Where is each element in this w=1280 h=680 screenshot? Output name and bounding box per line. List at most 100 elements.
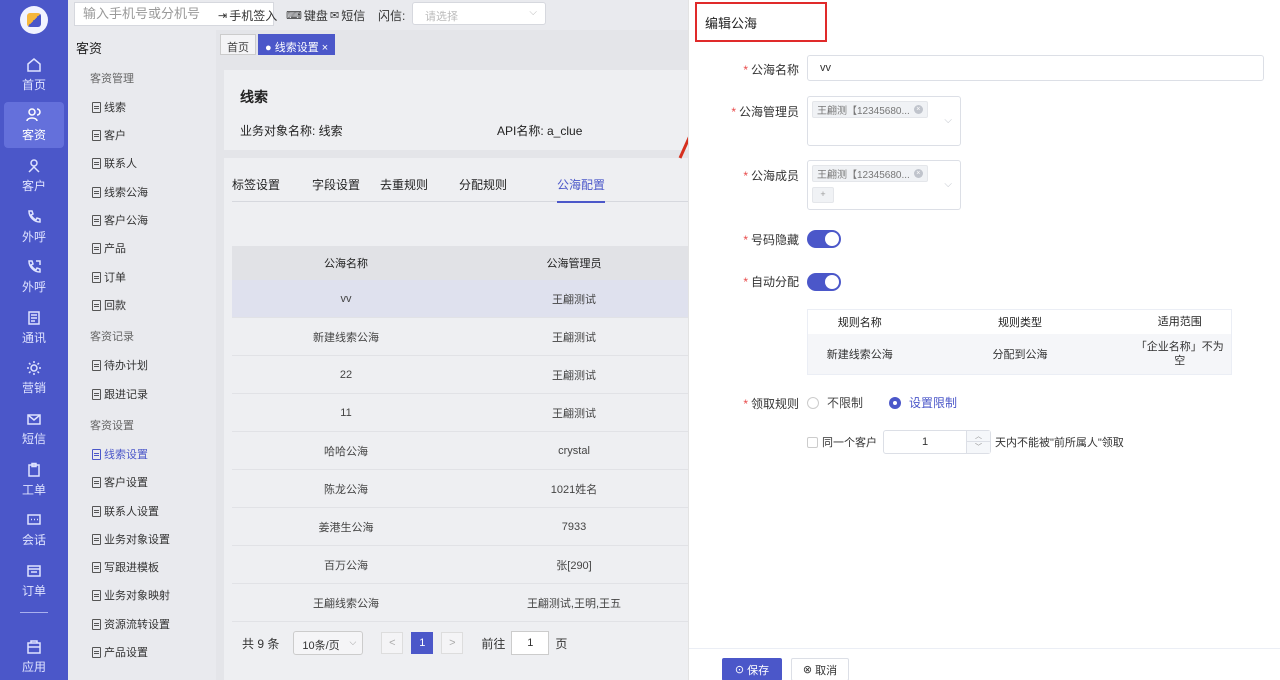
chevron-down-icon: ⌵ (944, 179, 952, 190)
app-rail: 首页 客资 客户 外呼 外呼 通讯 营销 短信 工单 会话 订单 应用 (0, 0, 68, 680)
rail-item-call-out[interactable]: 外呼 (4, 254, 64, 300)
sms-button[interactable]: ✉ 短信 (330, 7, 365, 24)
same-customer-label: 同一个客户 (822, 437, 877, 449)
sms-icon (26, 411, 42, 427)
no-limit-label[interactable]: 不限制 (827, 394, 863, 411)
close-icon[interactable]: × (322, 42, 328, 54)
close-circle-icon: ⊗ (802, 664, 813, 676)
table-row[interactable]: 新建线索公海 分配到公海 「企业名称」不为空 (808, 334, 1231, 374)
rail-item-leads[interactable]: 客资 (4, 102, 64, 148)
nav-item-object-settings[interactable]: 业务对象设置 (92, 531, 170, 547)
stepper-arrows: ︿ ﹀ (966, 431, 990, 453)
rail-item-customer[interactable]: 客户 (4, 153, 64, 199)
page-unit: 页 (555, 636, 568, 651)
nav-item-resource-flow[interactable]: 资源流转设置 (92, 616, 170, 632)
table-row[interactable]: 姜港生公海 7933 (232, 508, 688, 546)
same-customer-checkbox[interactable] (807, 436, 818, 448)
document-icon (92, 618, 101, 630)
nav-item-order[interactable]: 订单 (92, 269, 126, 285)
goto-input[interactable]: 1 (511, 631, 550, 655)
close-icon[interactable]: × (913, 105, 923, 114)
rail-item-chat[interactable]: 会话 (4, 507, 64, 553)
rail-item-ticket[interactable]: 工单 (4, 457, 64, 503)
table-row[interactable]: 哈哈公海 crystal (232, 432, 688, 470)
save-button[interactable]: ⊙ 保存 (722, 658, 782, 680)
set-limit-radio[interactable] (889, 396, 902, 409)
rail-item-sms[interactable]: 短信 (4, 406, 64, 452)
phone-out-icon (26, 259, 42, 275)
document-icon (92, 129, 101, 141)
rail-item-home[interactable]: 首页 (4, 52, 64, 98)
page-size-select[interactable]: 10条/页 ⌵ (293, 631, 364, 655)
auto-assign-switch[interactable] (807, 273, 841, 291)
next-page-button[interactable]: > (441, 632, 464, 654)
page-tags: 首页 ● 线索设置 × (216, 30, 688, 60)
checkin-button[interactable]: ⇥ 手机签入 (218, 7, 277, 24)
tab-pool-config[interactable]: 公海配置 (557, 176, 606, 203)
tag-lead-settings[interactable]: ● 线索设置 × (258, 34, 336, 55)
nav-item-product[interactable]: 产品 (92, 240, 126, 256)
no-limit-radio[interactable] (807, 396, 819, 409)
pool-name-input[interactable]: vv (807, 55, 1264, 81)
document-icon (92, 271, 101, 283)
nav-item-customer-settings[interactable]: 客户设置 (92, 474, 148, 490)
nav-item-contact-settings[interactable]: 联系人设置 (92, 503, 159, 519)
table-row[interactable]: vv 王翩测试 (232, 280, 688, 318)
table-row[interactable]: 11 王翩测试 (232, 394, 688, 432)
nav-item-lead-pool[interactable]: 线索公海 (92, 184, 148, 200)
auto-assign-label: * 自动分配 (743, 275, 799, 289)
set-limit-label[interactable]: 设置限制 (909, 394, 957, 411)
rail-item-label: 客户 (21, 179, 46, 193)
nav-item-contact[interactable]: 联系人 (92, 155, 137, 171)
nav-item-todo[interactable]: 待办计划 (92, 357, 148, 373)
tab-dedupe[interactable]: 去重规则 (380, 176, 428, 193)
limit-suffix: 天内不能被"前所属人"领取 (995, 437, 1124, 449)
rail-item-label: 营销 (21, 381, 46, 395)
flash-select[interactable]: 请选择 ⌵ (412, 2, 546, 25)
keyboard-button[interactable]: ⌨ 键盘 (286, 7, 328, 24)
rail-item-call[interactable]: 外呼 (4, 204, 64, 250)
increment-icon[interactable]: ︿ (967, 431, 990, 442)
keyboard-icon: ⌨ (286, 10, 302, 22)
nav-item-customer[interactable]: 客户 (92, 127, 126, 143)
page-1-button[interactable]: 1 (411, 632, 434, 654)
table-row[interactable]: 王翩线索公海 王翩测试,王明,王五 (232, 584, 688, 622)
nav-item-payment[interactable]: 回款 (92, 297, 126, 313)
cancel-button[interactable]: ⊗ 取消 (791, 658, 849, 680)
apps-icon (26, 639, 42, 655)
table-row[interactable]: 百万公海 张[290] (232, 546, 688, 584)
nav-item-leads[interactable]: 线索 (92, 99, 126, 115)
document-icon (92, 359, 101, 371)
document-icon (92, 476, 101, 488)
tab-fields[interactable]: 字段设置 (312, 176, 360, 193)
nav-item-object-mapping[interactable]: 业务对象映射 (92, 587, 170, 603)
rail-item-contacts[interactable]: 通讯 (4, 305, 64, 351)
tag-home[interactable]: 首页 (220, 34, 256, 55)
nav-item-followup[interactable]: 跟进记录 (92, 386, 148, 402)
table-row[interactable]: 新建线索公海 王翩测试 (232, 318, 688, 356)
nav-item-product-settings[interactable]: 产品设置 (92, 644, 148, 660)
close-icon[interactable]: × (913, 169, 923, 178)
decrement-icon[interactable]: ﹀ (967, 442, 990, 453)
rail-item-marketing[interactable]: 营销 (4, 355, 64, 401)
table-row[interactable]: 22 王翩测试 (232, 356, 688, 394)
app-logo[interactable] (20, 6, 48, 34)
rail-item-label: 订单 (21, 584, 46, 598)
nav-item-lead-settings[interactable]: 线索设置 (92, 446, 148, 462)
hide-number-switch[interactable] (807, 230, 841, 248)
tab-tags[interactable]: 标签设置 (232, 176, 280, 193)
rail-item-apps[interactable]: 应用 (4, 634, 64, 680)
document-icon (92, 214, 101, 226)
rail-item-label: 客资 (21, 128, 46, 142)
days-stepper[interactable]: 1 ︿ ﹀ (883, 430, 991, 454)
hide-number-label: * 号码隐藏 (743, 233, 799, 247)
gear-icon (26, 360, 42, 376)
nav-item-followup-template[interactable]: 写跟进模板 (92, 559, 159, 575)
tab-assign[interactable]: 分配规则 (459, 176, 507, 193)
pool-admin-select[interactable]: 王翩测【12345680... × ⌵ (807, 96, 961, 146)
nav-item-customer-pool[interactable]: 客户公海 (92, 212, 148, 228)
prev-page-button[interactable]: < (381, 632, 404, 654)
table-row[interactable]: 陈龙公海 1021姓名 (232, 470, 688, 508)
rail-item-order[interactable]: 订单 (4, 558, 64, 604)
pool-member-select[interactable]: 王翩测【12345680... × + ⌵ (807, 160, 961, 210)
